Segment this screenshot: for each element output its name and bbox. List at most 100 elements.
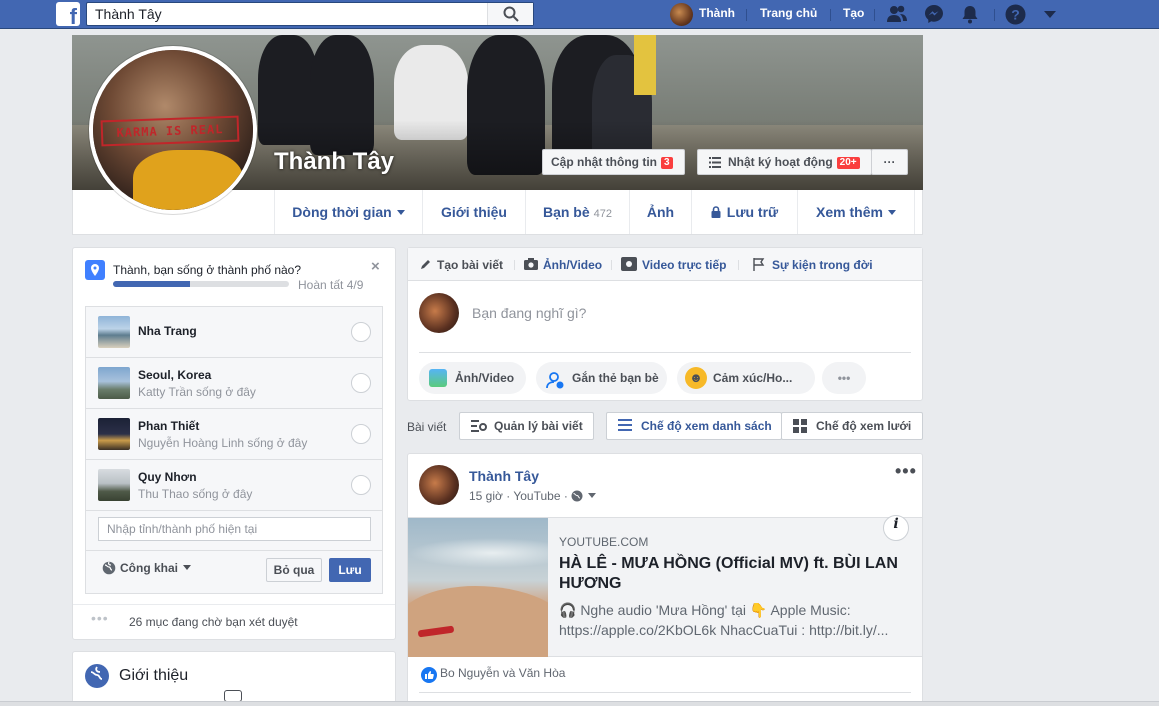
tag-friends-icon bbox=[546, 369, 564, 389]
pending-dots: ••• bbox=[91, 610, 109, 626]
divider bbox=[419, 692, 911, 693]
link-preview[interactable]: YOUTUBE.COM HÀ LÊ - MƯA HỒNG (Official M… bbox=[408, 515, 922, 657]
activity-log-label: Nhật ký hoạt động bbox=[728, 155, 833, 169]
account-menu-caret-icon[interactable] bbox=[1043, 10, 1057, 19]
messenger-icon[interactable] bbox=[924, 4, 944, 24]
facebook-logo-icon[interactable]: f bbox=[56, 2, 80, 28]
nav-divider bbox=[874, 9, 875, 21]
city-name: Nha Trang bbox=[138, 324, 197, 338]
nav-profile-link[interactable]: Thành bbox=[699, 6, 735, 20]
tab-create-post[interactable]: Tạo bài viết bbox=[437, 258, 503, 272]
tab-more-label: Xem thêm bbox=[816, 204, 883, 220]
friend-requests-icon[interactable] bbox=[886, 4, 908, 24]
tab-about-label: Giới thiệu bbox=[441, 204, 507, 220]
link-title[interactable]: HÀ LÊ - MƯA HỒNG (Official MV) ft. BÙI L… bbox=[559, 554, 909, 594]
globe-icon[interactable] bbox=[571, 490, 583, 502]
link-domain: YOUTUBE.COM bbox=[559, 535, 649, 549]
manage-posts-label: Quản lý bài viết bbox=[494, 419, 583, 433]
lock-icon bbox=[711, 206, 721, 218]
grid-view-icon bbox=[793, 419, 807, 433]
list-view-icon bbox=[618, 419, 632, 431]
pending-review-link[interactable]: 26 mục đang chờ bạn xét duyệt bbox=[129, 615, 298, 629]
chevron-down-icon[interactable] bbox=[588, 493, 597, 498]
search-input[interactable] bbox=[87, 3, 487, 25]
avatar[interactable] bbox=[419, 293, 459, 333]
nav-home-link[interactable]: Trang chủ bbox=[760, 6, 817, 20]
tab-timeline[interactable]: Dòng thời gian bbox=[274, 190, 422, 234]
photo-video-label: Ảnh/Video bbox=[455, 371, 515, 385]
post-composer: Tạo bài viết Ảnh/Video Video trực tiếp S… bbox=[407, 247, 923, 401]
city-suggestion-list: Nha Trang Seoul, Korea Katty Trần sống ở… bbox=[85, 306, 383, 594]
nav-create-link[interactable]: Tạo bbox=[843, 6, 864, 20]
composer-input[interactable]: Bạn đang nghĩ gì? bbox=[472, 305, 586, 321]
grid-view-button[interactable]: Chế độ xem lưới bbox=[781, 412, 923, 440]
avatar-yellow-jacket bbox=[133, 150, 243, 210]
list-item[interactable]: Quy Nhơn Thu Thao sống ở đây bbox=[86, 460, 382, 511]
nav-divider bbox=[994, 9, 995, 21]
post-meta: 15 giờ · YouTube · bbox=[469, 489, 597, 503]
grid-view-label: Chế độ xem lưới bbox=[816, 419, 912, 433]
close-icon[interactable]: × bbox=[371, 258, 380, 275]
divider bbox=[73, 604, 395, 605]
progress-text: Hoàn tất 4/9 bbox=[298, 278, 364, 292]
city-subtext: Nguyễn Hoàng Linh sống ở đây bbox=[138, 436, 308, 450]
notifications-bell-icon[interactable] bbox=[960, 4, 980, 24]
city-radio[interactable] bbox=[351, 424, 371, 444]
list-item[interactable]: Seoul, Korea Katty Trần sống ở đây bbox=[86, 358, 382, 409]
tab-archive[interactable]: Lưu trữ bbox=[691, 190, 797, 234]
skip-button[interactable]: Bỏ qua bbox=[266, 558, 322, 582]
search-button[interactable] bbox=[487, 3, 533, 25]
city-radio[interactable] bbox=[351, 475, 371, 495]
update-info-button[interactable]: Cập nhật thông tin 3 bbox=[542, 149, 685, 175]
avatar[interactable] bbox=[419, 465, 459, 505]
thumbnail-dune bbox=[408, 586, 548, 657]
post-timestamp[interactable]: 15 giờ bbox=[469, 489, 503, 503]
city-thumbnail bbox=[98, 418, 130, 450]
city-name: Quy Nhơn bbox=[138, 470, 197, 484]
live-video-icon bbox=[621, 257, 637, 271]
tab-divider bbox=[514, 260, 515, 270]
tab-live-video[interactable]: Video trực tiếp bbox=[642, 258, 727, 272]
save-button[interactable]: Lưu bbox=[329, 558, 371, 582]
list-item[interactable]: Phan Thiết Nguyễn Hoàng Linh sống ở đây bbox=[86, 409, 382, 460]
profile-picture[interactable]: KARMA IS REAL bbox=[89, 46, 257, 214]
post-options-button[interactable]: ••• bbox=[895, 461, 917, 482]
divider bbox=[86, 550, 382, 551]
privacy-label: Công khai bbox=[120, 561, 179, 575]
city-radio[interactable] bbox=[351, 322, 371, 342]
nav-user-avatar[interactable] bbox=[670, 3, 693, 26]
tab-life-event[interactable]: Sự kiện trong đời bbox=[772, 258, 873, 272]
photo-icon bbox=[429, 369, 447, 387]
city-radio[interactable] bbox=[351, 373, 371, 393]
city-name: Seoul, Korea bbox=[138, 368, 212, 382]
more-options-button[interactable]: ··· bbox=[871, 149, 908, 175]
tab-photo-video[interactable]: Ảnh/Video bbox=[543, 258, 602, 272]
progress-fill bbox=[113, 281, 191, 287]
update-info-label: Cập nhật thông tin bbox=[551, 155, 657, 169]
likes-summary[interactable]: Bo Nguyễn và Văn Hòa bbox=[440, 666, 565, 680]
tab-more[interactable]: Xem thêm bbox=[797, 190, 915, 234]
photo-video-action[interactable]: Ảnh/Video bbox=[419, 362, 526, 394]
link-thumbnail[interactable] bbox=[408, 518, 548, 657]
city-question: Thành, bạn sống ở thành phố nào? bbox=[113, 263, 302, 277]
tab-photos[interactable]: Ảnh bbox=[629, 190, 691, 234]
feeling-action[interactable]: ☻ Cảm xúc/Ho... bbox=[677, 362, 815, 394]
privacy-selector[interactable]: Công khai bbox=[102, 561, 192, 575]
post-author[interactable]: Thành Tây bbox=[469, 468, 539, 484]
activity-log-badge: 20+ bbox=[836, 157, 860, 169]
tab-about[interactable]: Giới thiệu bbox=[422, 190, 525, 234]
tab-friends[interactable]: Bạn bè 472 bbox=[525, 190, 629, 234]
city-input[interactable] bbox=[98, 517, 371, 541]
manage-posts-button[interactable]: Quản lý bài viết bbox=[459, 412, 594, 440]
tag-friends-action[interactable]: Gắn thẻ bạn bè bbox=[536, 362, 667, 394]
list-item[interactable]: Nha Trang bbox=[86, 307, 382, 358]
more-actions-button[interactable]: ••• bbox=[822, 362, 866, 394]
profile-name[interactable]: Thành Tây bbox=[274, 148, 394, 176]
more-dots: ··· bbox=[883, 155, 896, 169]
activity-log-button[interactable]: Nhật ký hoạt động 20+ bbox=[697, 149, 872, 175]
nav-divider bbox=[746, 9, 747, 21]
search-icon bbox=[503, 6, 519, 22]
help-icon[interactable]: ? bbox=[1005, 4, 1026, 25]
info-icon[interactable]: i bbox=[883, 515, 909, 541]
list-view-button[interactable]: Chế độ xem danh sách bbox=[606, 412, 782, 440]
